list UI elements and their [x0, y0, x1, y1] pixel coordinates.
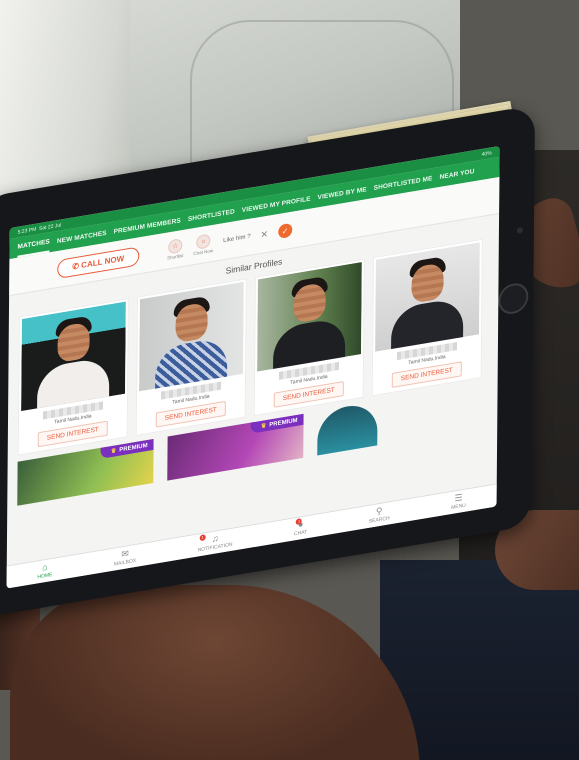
- home-button[interactable]: [498, 281, 529, 317]
- chat-now-button[interactable]: ○ Chat Now: [193, 233, 213, 256]
- profile-photo: [139, 281, 244, 392]
- battery-indicator: 40%: [481, 149, 492, 158]
- tablet-screen: 5:23 PM Sat 22 Jul 40% MATCHES NEW MATCH…: [6, 145, 500, 589]
- crown-icon: ♛: [260, 423, 267, 430]
- profile-photo-partial[interactable]: [317, 401, 378, 456]
- star-icon: ☆: [168, 238, 183, 255]
- profile-photo: [375, 242, 480, 352]
- profile-card[interactable]: Tamil Nadu,India SEND INTEREST: [135, 278, 247, 436]
- mailbox-icon: ✉: [121, 548, 129, 560]
- premium-label: PREMIUM: [119, 442, 148, 454]
- shortlist-label: Shortlist: [167, 252, 184, 261]
- nav-mailbox-label: MAILBOX: [113, 557, 137, 568]
- nav-home[interactable]: ⌂ HOME: [37, 562, 52, 581]
- call-now-button[interactable]: ✆ CALL NOW: [57, 245, 140, 279]
- status-time: 5:23 PM: [17, 226, 37, 236]
- nav-mailbox[interactable]: ✉ MAILBOX: [114, 548, 136, 568]
- nav-menu-label: MENU: [451, 502, 466, 512]
- nav-home-label: HOME: [37, 571, 53, 581]
- nav-search-label: SEARCH: [368, 515, 390, 525]
- nav-chat[interactable]: 1 ● CHAT: [293, 518, 308, 538]
- front-camera: [516, 227, 523, 235]
- shortlist-button[interactable]: ☆ Shortlist: [167, 238, 183, 261]
- search-icon: ⚲: [375, 505, 383, 517]
- bell-icon: ♫: [211, 533, 219, 545]
- premium-label: PREMIUM: [269, 417, 298, 429]
- nav-notification-label: NOTIFICATION: [197, 541, 233, 554]
- like-button[interactable]: ✓: [278, 222, 293, 240]
- home-icon: ⌂: [42, 561, 48, 573]
- profile-card[interactable]: Tamil Nadu,India SEND INTEREST: [17, 298, 129, 456]
- nav-search[interactable]: ⚲ SEARCH: [369, 505, 390, 525]
- profile-card[interactable]: Tamil Nadu,India SEND INTEREST: [371, 238, 483, 397]
- close-icon[interactable]: ✕: [261, 228, 269, 240]
- premium-badge: ♛ PREMIUM: [100, 438, 154, 459]
- notification-badge: 1: [199, 534, 206, 542]
- chat-now-label: Chat Now: [193, 247, 214, 257]
- chat-icon: ○: [196, 233, 211, 250]
- profile-card[interactable]: Tamil Nadu,India SEND INTEREST: [253, 258, 365, 417]
- call-now-label: CALL NOW: [81, 253, 125, 270]
- profile-photo: [257, 262, 362, 372]
- crown-icon: ♛: [110, 448, 117, 456]
- nav-chat-label: CHAT: [293, 529, 308, 538]
- profile-photo: [21, 301, 126, 412]
- holding-hand: [10, 585, 420, 760]
- premium-badge: ♛ PREMIUM: [250, 413, 304, 434]
- menu-icon: ☰: [454, 492, 463, 504]
- like-prompt: Like him ?: [223, 233, 251, 245]
- nav-menu[interactable]: ☰ MENU: [451, 492, 466, 512]
- nav-notification[interactable]: 1 ♫ NOTIFICATION: [198, 532, 233, 554]
